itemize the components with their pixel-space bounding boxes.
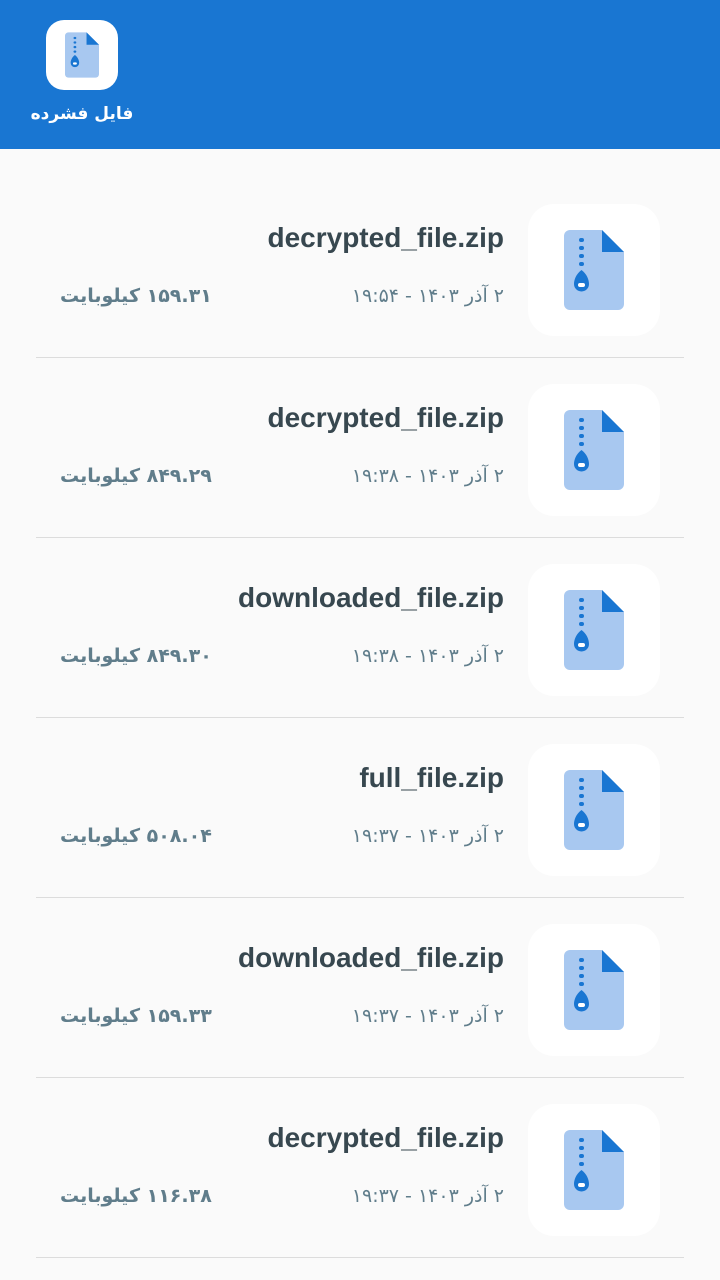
file-icon-box [528,744,660,876]
file-name: full_file.zip [359,762,504,793]
file-date: ۲ آذر ۱۴۰۳ - ۱۹:۳۸ [351,465,504,487]
zip-file-icon [564,950,624,1030]
file-size: ۵۰۸.۰۴ کیلوبایت [60,825,212,847]
file-date: ۲ آذر ۱۴۰۳ - ۱۹:۳۷ [351,1005,504,1027]
file-date: ۲ آذر ۱۴۰۳ - ۱۹:۳۷ [351,1185,504,1207]
tab-icon-box [46,20,118,90]
zip-file-icon [564,230,624,310]
list-item[interactable]: downloaded_file.zip ۲ آذر ۱۴۰۳ - ۱۹:۳۷ ۱… [0,866,720,1078]
tab-compressed-files[interactable]: فایل فشرده [30,20,134,140]
file-name: decrypted_file.zip [267,1122,504,1153]
file-icon-box [528,204,660,336]
file-name: downloaded_file.zip [237,942,504,973]
file-size: ۱۵۹.۳۱ کیلوبایت [60,285,212,307]
file-size: ۱۵۹.۳۳ کیلوبایت [60,1005,212,1027]
file-list: decrypted_file.zip ۲ آذر ۱۴۰۳ - ۱۹:۵۴ ۱۵… [0,146,720,1258]
file-date: ۲ آذر ۱۴۰۳ - ۱۹:۳۸ [351,645,504,667]
zip-file-icon [564,770,624,850]
tab-label: فایل فشرده [30,104,134,124]
file-size: ۸۴۹.۳۰ کیلوبایت [60,645,212,667]
file-icon-box [528,924,660,1056]
list-item[interactable]: full_file.zip ۲ آذر ۱۴۰۳ - ۱۹:۳۷ ۵۰۸.۰۴ … [0,686,720,898]
list-item[interactable]: downloaded_file.zip ۲ آذر ۱۴۰۳ - ۱۹:۳۸ ۸… [0,506,720,718]
file-name: decrypted_file.zip [267,402,504,433]
file-icon-box [528,384,660,516]
zip-file-icon [65,32,99,78]
file-size: ۱۱۶.۳۸ کیلوبایت [60,1185,212,1207]
file-date: ۲ آذر ۱۴۰۳ - ۱۹:۳۷ [351,825,504,847]
zip-file-icon [564,410,624,490]
list-item[interactable]: decrypted_file.zip ۲ آذر ۱۴۰۳ - ۱۹:۳۷ ۱۱… [0,1046,720,1258]
file-icon-box [528,564,660,696]
file-icon-box [528,1104,660,1236]
list-item[interactable]: decrypted_file.zip ۲ آذر ۱۴۰۳ - ۱۹:۵۴ ۱۵… [0,146,720,358]
file-date: ۲ آذر ۱۴۰۳ - ۱۹:۵۴ [351,285,504,307]
zip-file-icon [564,1130,624,1210]
file-name: decrypted_file.zip [267,222,504,253]
zip-file-icon [564,590,624,670]
file-size: ۸۴۹.۲۹ کیلوبایت [60,465,212,487]
row-divider [36,1257,684,1258]
list-item[interactable]: decrypted_file.zip ۲ آذر ۱۴۰۳ - ۱۹:۳۸ ۸۴… [0,326,720,538]
file-name: downloaded_file.zip [237,582,504,613]
app-header: فایل فشرده [0,0,720,149]
